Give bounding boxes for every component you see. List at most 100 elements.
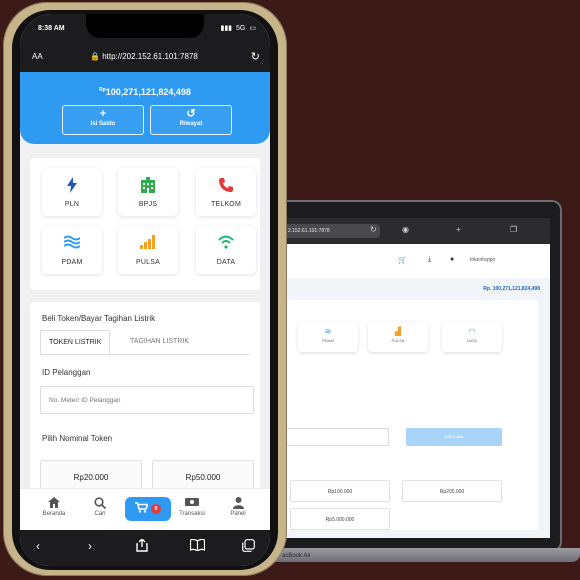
service-label: PLN [64, 201, 80, 208]
text-size-button[interactable]: AA [32, 52, 43, 61]
status-indicators: ▮▮▮ 5G ▭ [220, 24, 256, 33]
back-icon[interactable]: ‹ [36, 539, 40, 553]
nav-label: Beranda [42, 511, 66, 517]
laptop-tile-pulsa[interactable]: ▟ PULSA [368, 322, 428, 352]
reload-icon[interactable]: ↻ [251, 50, 260, 63]
notch [86, 14, 204, 38]
laptop-nominal-200000[interactable]: Rp200.000 [402, 480, 502, 502]
signal-icon: ▟ [394, 327, 402, 336]
lock-icon: 🔒 [90, 52, 100, 61]
balance-amount: Rp100,271,121,824,498 [20, 87, 270, 97]
building-icon [118, 177, 178, 193]
currency-label: Rp [99, 87, 106, 93]
service-label: BPJS [138, 201, 158, 208]
nav-label: Panel [230, 511, 246, 517]
service-pln[interactable]: PLN [42, 168, 102, 216]
status-time: 8:38 AM [38, 25, 65, 32]
reload-icon[interactable]: ↻ [370, 225, 377, 234]
cart-icon [135, 500, 149, 518]
laptop-header: 🛒 ⤓ ● tokenlisppo [284, 244, 550, 278]
laptop-model-label: acBook Air [282, 553, 311, 559]
nav-label: Transaksi [179, 511, 205, 517]
network-label: 5G [236, 24, 246, 32]
cart-icon[interactable]: 🛒 [398, 256, 407, 264]
token-form-card: Beli Token/Bayar Tagihan Listrik TOKEN L… [30, 302, 260, 502]
nav-cari[interactable]: Cari [78, 497, 122, 517]
riwayat-label: Riwayat [179, 121, 203, 127]
service-label: DATA [216, 259, 236, 266]
nav-panel[interactable]: Panel [216, 497, 260, 517]
signal-icon [118, 235, 178, 251]
water-icon: ≋ [324, 327, 332, 336]
laptop-balance: Rp. 100,271,121,824,498 [483, 286, 540, 292]
service-label: PULSA [136, 259, 160, 266]
service-telkom[interactable]: TELKOM [196, 168, 256, 216]
download-icon[interactable]: ⤓ [428, 256, 431, 264]
dot-icon: ● [450, 256, 455, 263]
share-icon[interactable] [136, 538, 148, 555]
tab-token-listrik[interactable]: TOKEN LISTRIK [40, 330, 111, 354]
plus-icon: + [99, 108, 107, 120]
history-icon: ↺ [186, 108, 196, 120]
url-field[interactable]: 🔒 http://202.152.61.101:7878 [90, 52, 198, 61]
tab-divider [40, 354, 250, 355]
laptop-buy-button[interactable]: Beli Token [406, 428, 502, 446]
new-tab-icon[interactable]: + [456, 225, 461, 234]
service-pdam[interactable]: PDAM [42, 226, 102, 274]
service-data[interactable]: DATA [196, 226, 256, 274]
phone-icon [196, 177, 256, 193]
wifi-icon: ◠ [468, 327, 476, 336]
browser-url-bar: AA 🔒 http://202.152.61.101:7878 ↻ [20, 42, 270, 72]
nominal-label: Pilih Nominal Token [42, 434, 113, 443]
service-bpjs[interactable]: BPJS [118, 168, 178, 216]
balance-header: Rp100,271,121,824,498 + Isi Saldo ↺ Riwa… [20, 72, 270, 144]
service-label: TELKOM [211, 201, 241, 208]
laptop-tile-label: PULSA [391, 338, 405, 343]
laptop-url-field[interactable]: 2.152.61.101:7878 [284, 224, 380, 238]
nav-beranda[interactable]: Beranda [32, 497, 76, 517]
user-icon [216, 497, 260, 509]
laptop-tile-data[interactable]: ◠ DATA [442, 322, 502, 352]
balance-value: 100,271,121,824,498 [105, 87, 191, 97]
cart-button[interactable]: 0 [125, 497, 171, 521]
form-title: Beli Token/Bayar Tagihan Listrik [42, 314, 156, 323]
laptop-nominal-100000[interactable]: Rp100.000 [290, 480, 390, 502]
battery-icon: ▭ [249, 25, 256, 32]
forward-icon[interactable]: › [88, 539, 92, 553]
bottom-nav: Beranda Cari 0 Transaksi Panel [20, 488, 270, 530]
status-bar: 8:38 AM ▮▮▮ 5G ▭ [20, 14, 270, 42]
url-text: http://202.152.61.101:7878 [102, 52, 198, 61]
service-label: PDAM [61, 259, 83, 266]
safari-toolbar: ‹ › [20, 530, 270, 566]
tabs-icon[interactable] [242, 539, 255, 555]
phone-screen: 8:38 AM ▮▮▮ 5G ▭ AA 🔒 http://202.152.61.… [20, 14, 270, 566]
water-icon [42, 235, 102, 251]
search-icon [78, 497, 122, 509]
laptop-tile-pdam[interactable]: ≋ PDAM [298, 322, 358, 352]
lightning-icon [42, 177, 102, 193]
laptop-username[interactable]: tokenlisppo [470, 257, 495, 263]
cart-count-badge: 0 [151, 504, 161, 514]
laptop-browser-toolbar: 2.152.61.101:7878 ↻ ◉ + ❐ [284, 218, 550, 244]
money-icon [170, 497, 214, 509]
nav-transaksi[interactable]: Transaksi [170, 497, 214, 517]
phone-bezel: 8:38 AM ▮▮▮ 5G ▭ AA 🔒 http://202.152.61.… [12, 10, 278, 570]
tabs-icon[interactable]: ❐ [510, 225, 517, 234]
services-card: PLN BPJS TELKOM PDAM PULSA DATA [30, 158, 260, 290]
laptop-id-input[interactable] [284, 428, 389, 446]
id-pelanggan-input[interactable] [40, 386, 254, 414]
id-pelanggan-label: ID Pelanggan [42, 368, 91, 377]
signal-bars-icon: ▮▮▮ [220, 25, 233, 32]
tab-tagihan-listrik[interactable]: TAGIHAN LISTRIK [122, 330, 197, 354]
wifi-icon [196, 235, 256, 251]
service-pulsa[interactable]: PULSA [118, 226, 178, 274]
isi-saldo-button[interactable]: + Isi Saldo [62, 105, 144, 135]
home-icon [32, 497, 76, 509]
riwayat-button[interactable]: ↺ Riwayat [150, 105, 232, 135]
bookmarks-icon[interactable] [189, 538, 206, 554]
laptop-tile-label: PDAM [322, 338, 334, 343]
shield-icon: ◉ [402, 225, 409, 234]
laptop-nominal-5000000[interactable]: Rp5.000.000 [290, 508, 390, 530]
laptop-screen: 2.152.61.101:7878 ↻ ◉ + ❐ 🛒 ⤓ ● tokenlis… [284, 218, 550, 538]
isi-saldo-label: Isi Saldo [90, 121, 116, 127]
